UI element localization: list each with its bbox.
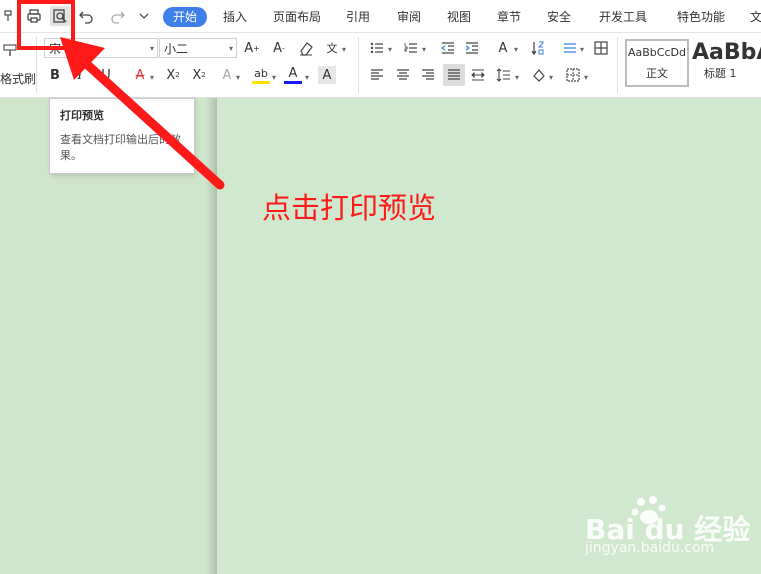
tab-references[interactable]: 引用 [346, 7, 370, 27]
underline-icon[interactable]: U [97, 66, 115, 84]
increase-indent-icon[interactable] [463, 39, 481, 57]
italic-button[interactable]: I [71, 66, 89, 84]
tab-review[interactable]: 审阅 [397, 7, 421, 27]
subscript-icon[interactable]: X2 [190, 66, 208, 84]
more-dropdown-icon[interactable] [134, 6, 154, 26]
style-normal[interactable]: AaBbCcDd 正文 [625, 39, 689, 87]
highlight-box [17, 0, 75, 50]
tab-security[interactable]: 安全 [547, 7, 571, 27]
font-size-value: 小二 [164, 42, 189, 56]
bullet-list-icon[interactable] [368, 39, 386, 57]
chevron-down-icon[interactable]: ▾ [514, 45, 518, 54]
divider [617, 37, 618, 93]
style-name: 正文 [646, 67, 668, 80]
print-preview-tooltip: 打印预览 查看文档打印输出后的效果。 [49, 98, 195, 174]
chevron-down-icon[interactable]: ▾ [422, 45, 426, 54]
align-left-icon[interactable] [368, 66, 386, 84]
text-direction-icon[interactable]: A [494, 39, 512, 57]
tab-section[interactable]: 章节 [497, 7, 521, 27]
align-center-icon[interactable] [394, 66, 412, 84]
char-shading-icon[interactable]: A [318, 66, 336, 84]
text-effect-icon[interactable]: A [218, 66, 236, 84]
divider [358, 37, 359, 93]
numbered-list-icon[interactable] [402, 39, 420, 57]
increase-font-size-icon[interactable]: A + [243, 39, 261, 57]
tab-view[interactable]: 视图 [447, 7, 471, 27]
format-painter-label[interactable]: 格式刷 [0, 70, 36, 87]
font-color-icon[interactable]: A [284, 66, 302, 84]
pinyin-guide-icon[interactable]: 文 [323, 39, 341, 57]
paragraph-spacing-icon[interactable] [495, 66, 513, 84]
chevron-down-icon[interactable]: ▾ [342, 45, 346, 54]
font-size-select[interactable]: 小二 ▾ [159, 38, 237, 58]
tab-page-layout[interactable]: 页面布局 [273, 7, 321, 27]
ribbon-toolbar: 格式刷 宋 ▾ 小二 ▾ A + A- 文 ▾ B I U A ▾ X2 X2 A ▾… [0, 33, 761, 98]
highlight-color-icon[interactable]: ab [252, 66, 270, 84]
chevron-down-icon[interactable]: ▾ [236, 73, 240, 82]
line-spacing-icon[interactable] [561, 39, 579, 57]
tab-insert[interactable]: 插入 [223, 7, 247, 27]
decrease-font-size-icon[interactable]: A- [270, 39, 288, 57]
distributed-align-icon[interactable] [469, 66, 487, 84]
chevron-down-icon[interactable]: ▾ [584, 73, 588, 82]
tooltip-title: 打印预览 [60, 109, 104, 122]
clear-format-icon[interactable] [297, 39, 315, 57]
document-page[interactable] [217, 98, 761, 574]
strikethrough-icon[interactable]: A [131, 66, 149, 84]
borders-icon[interactable] [564, 66, 582, 84]
shading-icon[interactable] [530, 66, 548, 84]
tab-more[interactable]: 文 [750, 7, 761, 27]
watermark-url: jingyan.baidu.com [585, 540, 715, 556]
superscript-icon[interactable]: X2 [164, 66, 182, 84]
tab-home[interactable]: 开始 [163, 7, 208, 27]
bold-button[interactable]: B [46, 66, 64, 84]
chevron-down-icon[interactable]: ▾ [272, 73, 276, 82]
undo-icon[interactable] [76, 6, 96, 26]
annotation-text: 点击打印预览 [262, 191, 437, 225]
style-sample: AaBbA [692, 40, 761, 65]
chevron-down-icon[interactable]: ▾ [515, 73, 519, 82]
chevron-down-icon[interactable]: ▾ [388, 45, 392, 54]
chevron-down-icon[interactable]: ▾ [305, 73, 309, 82]
tab-developer[interactable]: 开发工具 [599, 7, 647, 27]
align-right-icon[interactable] [419, 66, 437, 84]
chevron-down-icon[interactable]: ▾ [580, 45, 584, 54]
style-heading-1[interactable]: AaBbA 标题 1 [692, 39, 761, 87]
redo-icon[interactable] [108, 6, 128, 26]
style-sample: AaBbCcDd [628, 46, 686, 59]
tooltip-body: 查看文档打印输出后的效果。 [60, 133, 181, 162]
chevron-down-icon[interactable]: ▾ [150, 73, 154, 82]
style-name: 标题 1 [704, 67, 737, 80]
menu-bar: 开始 插入 页面布局 引用 审阅 视图 章节 安全 开发工具 特色功能 文 [0, 0, 761, 33]
tab-special-features[interactable]: 特色功能 [677, 7, 725, 27]
sort-icon[interactable] [529, 39, 547, 57]
decrease-indent-icon[interactable] [439, 39, 457, 57]
table-icon[interactable] [592, 39, 610, 57]
chevron-down-icon[interactable]: ▾ [549, 73, 553, 82]
justify-icon[interactable] [443, 64, 465, 86]
